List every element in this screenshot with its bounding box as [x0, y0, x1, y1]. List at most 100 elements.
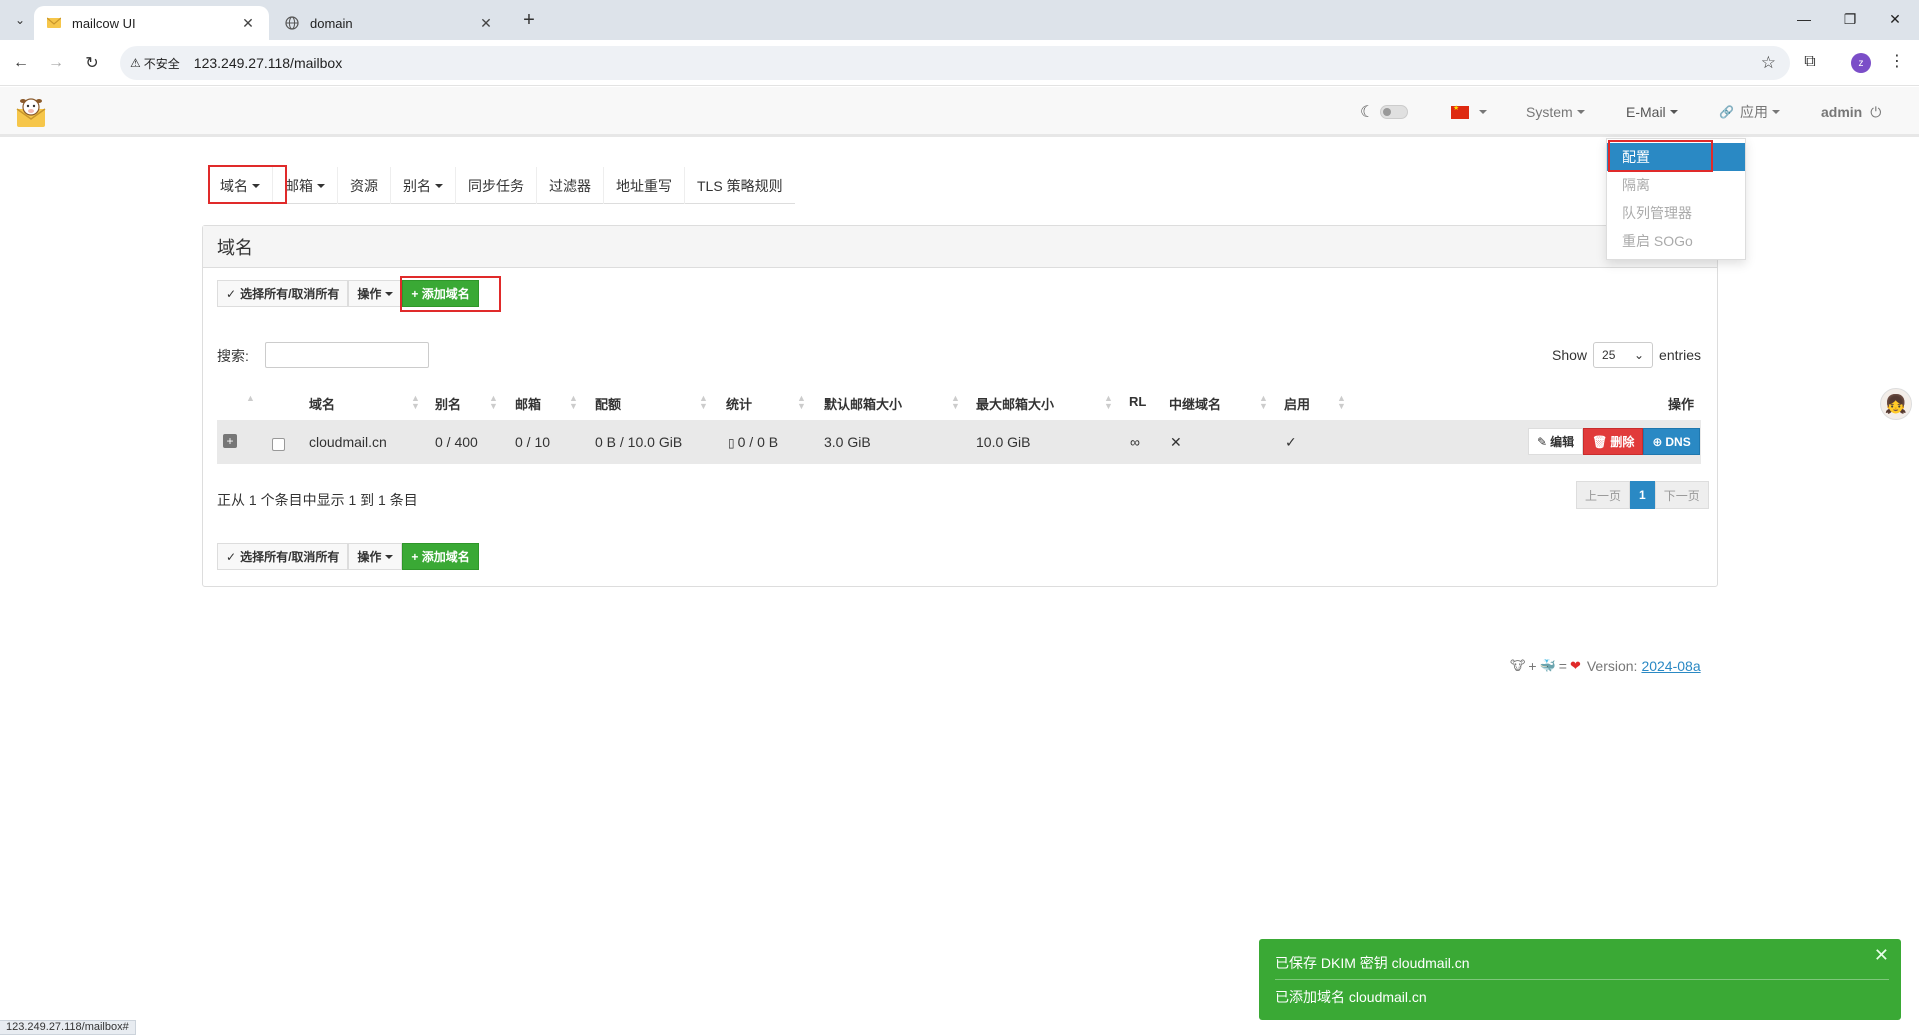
actions-dropdown-button[interactable]: 操作	[348, 280, 403, 307]
column-header-quota[interactable]: 配额	[595, 394, 621, 413]
tab-aliases[interactable]: 别名	[391, 167, 456, 204]
sort-icon[interactable]: ▲ ▼	[1259, 394, 1268, 411]
column-header-mailboxes[interactable]: 邮箱	[515, 394, 541, 413]
tab-domains[interactable]: 域名	[208, 167, 273, 204]
browser-menu-kebab-icon[interactable]: ⋮	[1889, 51, 1905, 71]
email-menu-label: E-Mail	[1626, 104, 1666, 120]
system-menu[interactable]: System	[1526, 87, 1585, 137]
language-dropdown[interactable]	[1451, 87, 1487, 137]
pager-prev[interactable]: 上一页	[1576, 481, 1631, 509]
actions-dropdown-button[interactable]: 操作	[348, 543, 403, 570]
tab-resources[interactable]: 资源	[338, 167, 391, 204]
tab-address-rewrite[interactable]: 地址重写	[604, 167, 685, 204]
trash-icon: 🗑	[1592, 434, 1608, 449]
sort-icon[interactable]: ▲ ▼	[951, 394, 960, 411]
menu-item-restart-sogo[interactable]: 重启 SOGo	[1607, 227, 1745, 255]
user-name: admin	[1821, 104, 1863, 120]
mailcow-logo[interactable]	[14, 95, 48, 129]
page-size-control: Show 25 ⌄ entries	[1552, 342, 1701, 368]
cell-stats: ▯ 0 / 0 B	[728, 434, 779, 450]
sort-icon[interactable]: ▲ ▼	[797, 394, 806, 411]
show-label: Show	[1552, 347, 1588, 363]
new-tab-plus-icon[interactable]: +	[518, 9, 540, 31]
column-header-aliases[interactable]: 别名	[435, 394, 461, 413]
close-window-icon[interactable]: ✕	[1880, 8, 1910, 30]
tab-search-chevron-icon[interactable]: ⌄	[8, 8, 32, 32]
tab-close-icon[interactable]: ✕	[477, 14, 495, 32]
email-menu[interactable]: E-Mail	[1626, 87, 1678, 137]
link-icon: 🔗	[1719, 105, 1734, 119]
apps-menu[interactable]: 🔗 应用	[1719, 87, 1780, 137]
minimize-icon[interactable]: —	[1789, 8, 1819, 30]
menu-item-config[interactable]: 配置	[1607, 143, 1745, 171]
menu-item-quarantine[interactable]: 隔离	[1607, 171, 1745, 199]
user-menu[interactable]: admin ⏻	[1821, 87, 1881, 137]
tab-filters[interactable]: 过滤器	[537, 167, 604, 204]
column-header-default-size[interactable]: 默认邮箱大小	[824, 394, 902, 413]
column-header-max-size[interactable]: 最大邮箱大小	[976, 394, 1054, 413]
delete-button[interactable]: 🗑 删除	[1583, 428, 1644, 455]
row-checkbox[interactable]	[272, 438, 285, 451]
column-header-active[interactable]: 启用	[1284, 394, 1310, 413]
add-domain-button[interactable]: + 添加域名	[402, 280, 479, 307]
tab-sync-jobs[interactable]: 同步任务	[456, 167, 537, 204]
china-flag-icon	[1451, 104, 1469, 119]
sort-icon[interactable]: ▲ ▼	[1337, 394, 1346, 411]
page-size-select[interactable]: 25 ⌄	[1593, 342, 1654, 368]
pager-page-1[interactable]: 1	[1630, 481, 1655, 509]
notification-toast: 已保存 DKIM 密钥 cloudmail.cn 已添加域名 cloudmail…	[1259, 939, 1901, 1020]
select-all-button[interactable]: ✓ 选择所有/取消所有	[217, 543, 349, 570]
assistant-avatar[interactable]: 👧	[1880, 388, 1912, 420]
column-header-stats[interactable]: 统计	[726, 394, 752, 413]
extensions-puzzle-icon[interactable]: ⧉	[1798, 50, 1822, 74]
back-arrow-icon[interactable]: ←	[8, 50, 34, 76]
email-dropdown-menu: 配置 隔离 队列管理器 重启 SOGo	[1606, 138, 1746, 260]
version-link[interactable]: 2024-08a	[1641, 658, 1700, 674]
bookmark-star-icon[interactable]: ☆	[1761, 53, 1776, 73]
caret-down-icon	[317, 183, 325, 188]
globe-icon	[284, 15, 300, 31]
browser-tab-mailcow[interactable]: mailcow UI ✕	[34, 6, 269, 40]
edit-button[interactable]: ✎ 编辑	[1528, 428, 1584, 455]
omnibox[interactable]: ⚠ 不安全 123.249.27.118/mailbox ☆	[120, 46, 1790, 80]
site-security-chip[interactable]: ⚠ 不安全	[130, 55, 180, 72]
app-navbar: ☾ System E-Mail 🔗 应用 admin ⏻	[0, 87, 1919, 137]
tab-tls-policy[interactable]: TLS 策略规则	[685, 167, 795, 204]
moon-icon: ☾	[1360, 104, 1375, 121]
dark-mode-switch[interactable]	[1380, 105, 1409, 119]
power-icon[interactable]: ⏻	[1870, 104, 1881, 121]
profile-avatar[interactable]: z	[1851, 53, 1871, 73]
check-icon: ✓	[226, 286, 237, 301]
forward-arrow-icon[interactable]: →	[43, 50, 69, 76]
tab-close-icon[interactable]: ✕	[239, 14, 257, 32]
sort-icon[interactable]: ▲ ▼	[411, 394, 420, 411]
top-action-group: ✓ 选择所有/取消所有 操作 + 添加域名	[217, 280, 479, 307]
search-input[interactable]	[265, 342, 429, 368]
expand-row-plus-icon[interactable]: +	[223, 434, 237, 448]
sort-icon[interactable]: ▲ ▼	[1104, 394, 1113, 411]
sort-icon[interactable]: ▲ ▼	[699, 394, 708, 411]
cell-max-size: 10.0 GiB	[976, 434, 1031, 450]
close-icon[interactable]: ✕	[1874, 945, 1889, 966]
dns-button[interactable]: ⊕ DNS	[1643, 428, 1700, 455]
select-all-button[interactable]: ✓ 选择所有/取消所有	[217, 280, 349, 307]
caret-down-icon	[1771, 110, 1780, 114]
column-header-relay[interactable]: 中继域名	[1169, 394, 1221, 413]
menu-item-queue-manager[interactable]: 队列管理器	[1607, 199, 1745, 227]
sort-icon[interactable]: ▲ ▼	[489, 394, 498, 411]
browser-status-url: 123.249.27.118/mailbox#	[0, 1020, 136, 1035]
theme-toggle[interactable]: ☾	[1360, 87, 1409, 137]
column-header-domain[interactable]: 域名	[309, 394, 335, 413]
table-row: + cloudmail.cn 0 / 400 0 / 10 0 B / 10.0…	[217, 420, 1701, 464]
browser-tab-domain[interactable]: domain ✕	[272, 6, 507, 40]
tab-mailboxes[interactable]: 邮箱	[273, 167, 338, 204]
restore-icon[interactable]: ❐	[1835, 8, 1865, 30]
column-header-rl[interactable]: RL	[1129, 394, 1146, 409]
reload-icon[interactable]: ↻	[79, 50, 105, 76]
cell-domain[interactable]: cloudmail.cn	[309, 434, 387, 450]
add-domain-button[interactable]: + 添加域名	[402, 543, 479, 570]
sort-asc-icon[interactable]: ▲	[246, 394, 255, 403]
pager-next[interactable]: 下一页	[1654, 481, 1709, 509]
search-label: 搜索:	[217, 348, 249, 364]
sort-icon[interactable]: ▲ ▼	[569, 394, 578, 411]
